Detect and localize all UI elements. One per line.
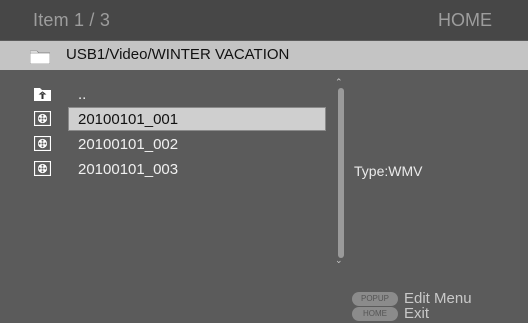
top-bar: Item 1 / 3 HOME	[0, 0, 528, 40]
list-item-file-1[interactable]: 20100101_001	[28, 107, 328, 132]
list-item-label: ..	[78, 86, 87, 103]
video-file-icon	[34, 111, 51, 126]
scroll-up-icon[interactable]: ⌃	[335, 78, 343, 87]
item-count: Item 1 / 3	[33, 10, 111, 30]
list-item-file-3[interactable]: 20100101_003	[28, 157, 328, 182]
path-bar: USB1/Video/WINTER VACATION	[0, 41, 528, 70]
list-item-parent-folder[interactable]: ..	[28, 82, 328, 107]
file-type-info: Type:WMV	[354, 163, 423, 179]
list-item-label: 20100101_001	[78, 111, 179, 128]
home-label[interactable]: HOME	[438, 10, 492, 31]
scrollbar[interactable]	[338, 88, 344, 258]
scroll-down-icon[interactable]: ⌄	[335, 256, 343, 265]
video-file-icon	[34, 136, 51, 151]
file-list: .. 20100101_001 20100101_002 20100101_00…	[28, 82, 328, 182]
media-browser-screen: Item 1 / 3 HOME USB1/Video/WINTER VACATI…	[0, 0, 528, 322]
home-key-icon: HOME	[352, 307, 398, 321]
video-file-icon	[34, 161, 51, 176]
list-item-label: 20100101_003	[78, 161, 179, 178]
list-item-label: 20100101_002	[78, 136, 179, 153]
legend-action-label: Exit	[404, 305, 430, 322]
current-path: USB1/Video/WINTER VACATION	[66, 46, 290, 63]
popup-key-icon: POPUP	[352, 292, 398, 306]
list-item-file-2[interactable]: 20100101_002	[28, 132, 328, 157]
folder-icon	[30, 50, 50, 64]
folder-up-icon	[34, 88, 51, 101]
